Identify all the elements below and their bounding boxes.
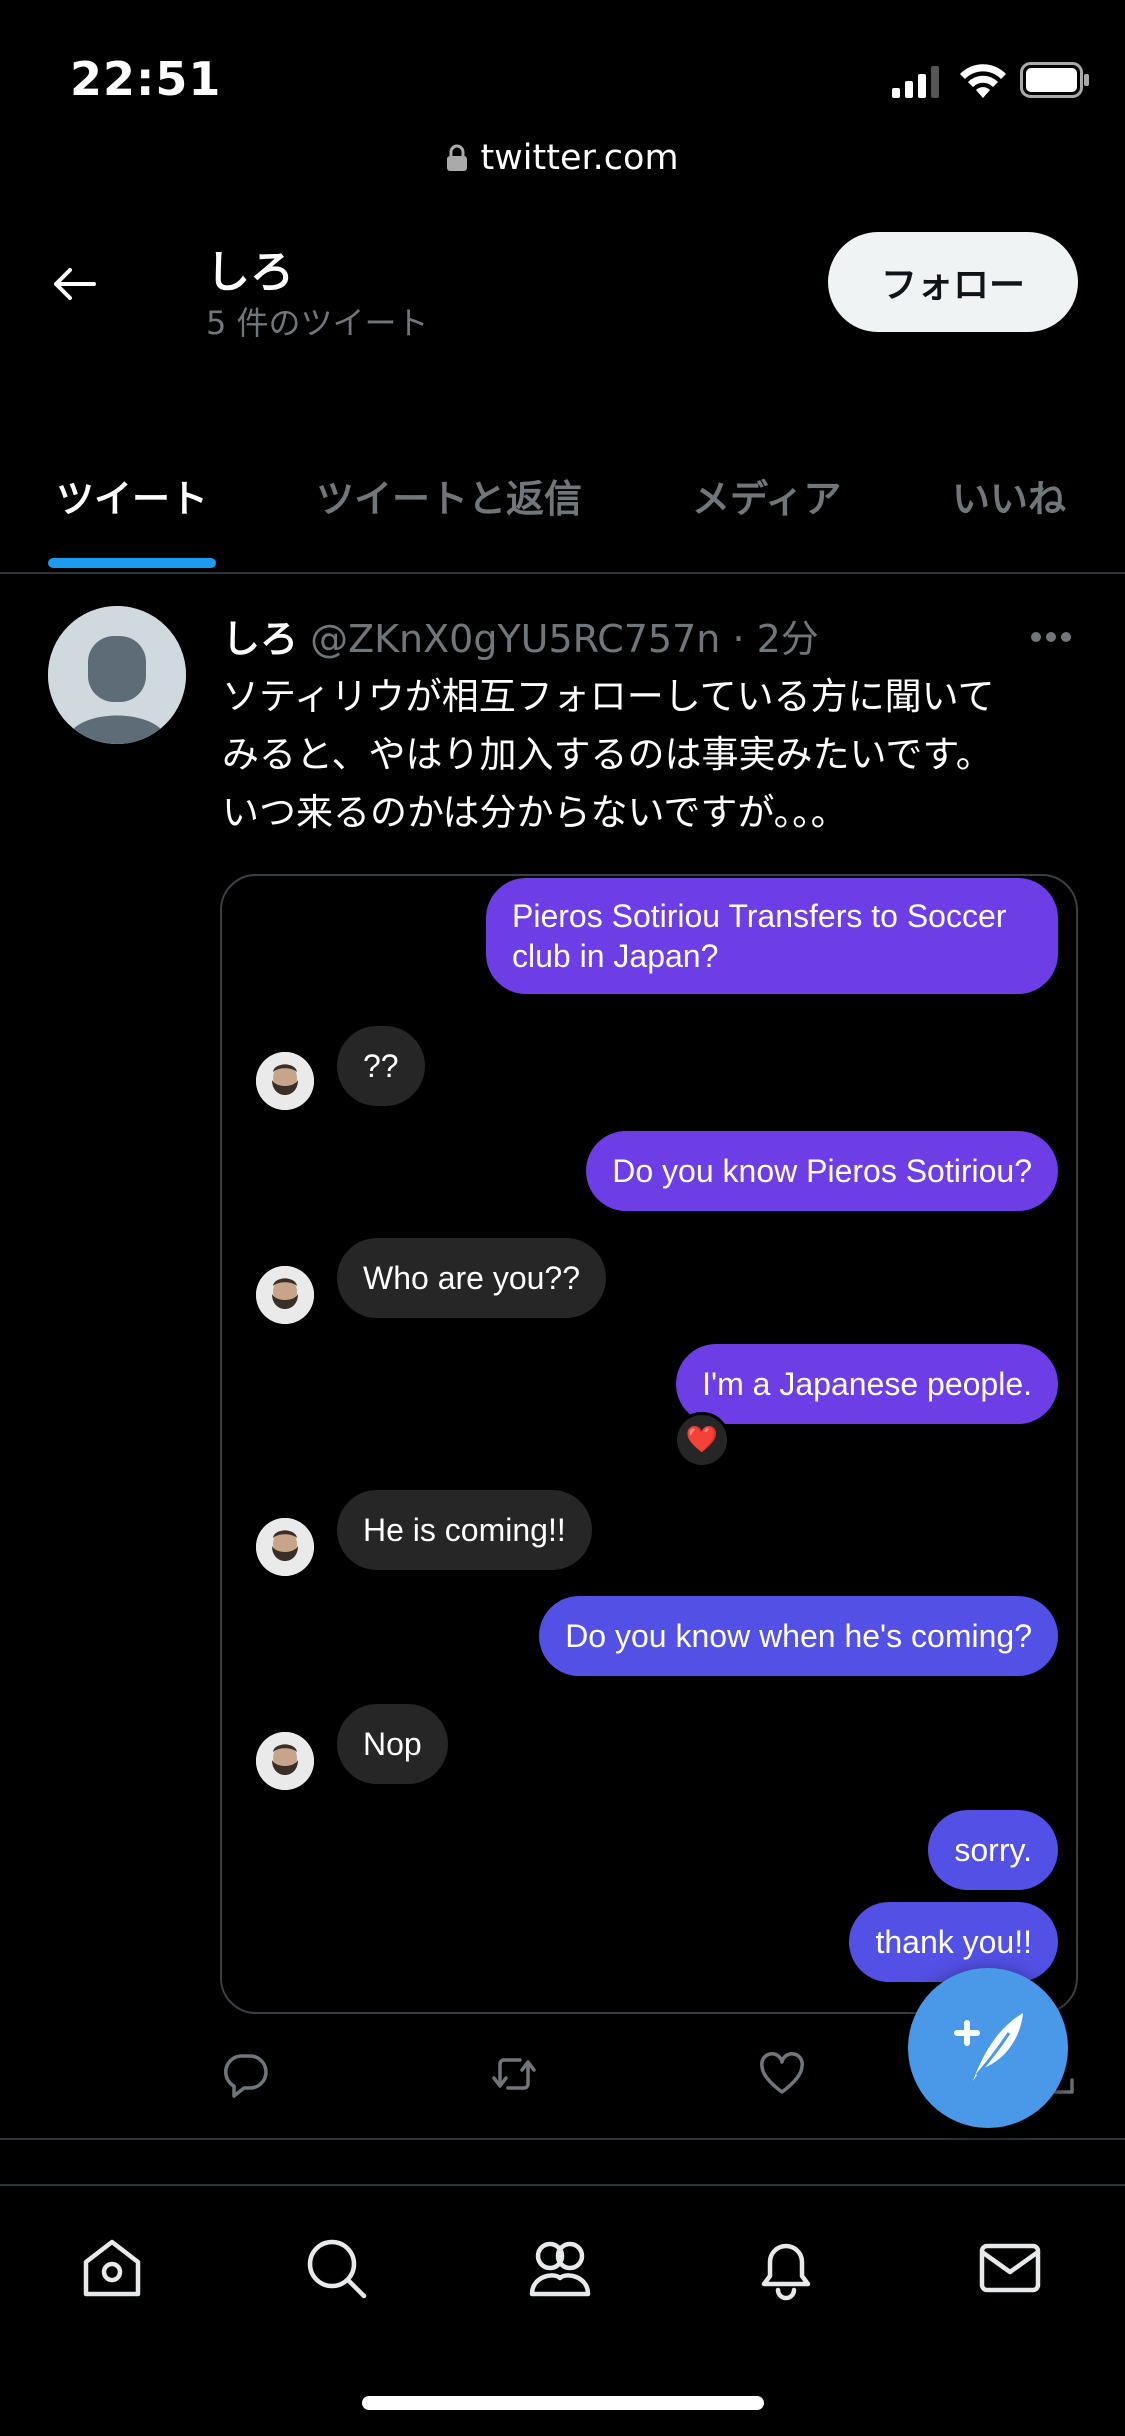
follow-button[interactable]: フォロー (828, 232, 1078, 332)
heart-reaction-icon: ❤️ (674, 1412, 730, 1468)
chat-bubble-line: club in Japan? (512, 938, 719, 974)
bearded-man-avatar-icon (256, 1518, 314, 1576)
chat-bubble-incoming: Nop (337, 1704, 448, 1784)
chat-bubble-outgoing: Do you know Pieros Sotiriou? (586, 1131, 1058, 1211)
retweet-icon[interactable] (490, 2050, 538, 2098)
reply-icon[interactable] (222, 2050, 270, 2098)
tweet-text-line: ソティリウが相互フォローしている方に聞いて (222, 675, 995, 718)
more-options-icon[interactable] (1030, 630, 1072, 644)
profile-header: しろ 5 件のツイート フォロー (0, 210, 1125, 360)
tweet[interactable]: しろ @ZKnX0gYU5RC757n · 2分 ソティリウが相互フォローしてい… (0, 572, 1125, 2140)
tweet-time[interactable]: 2分 (757, 617, 819, 661)
chat-bubble-incoming: ?? (337, 1026, 425, 1106)
status-time: 22:51 (70, 52, 222, 106)
home-indicator[interactable] (362, 2396, 764, 2410)
tweet-text: ソティリウが相互フォローしている方に聞いて みると、やはり加入するのは事実みたい… (222, 668, 1082, 842)
chat-bubble-incoming: He is coming!! (337, 1490, 592, 1570)
chat-bubble-outgoing: Pieros Sotiriou Transfers to Soccer club… (486, 878, 1058, 994)
like-icon[interactable] (758, 2050, 806, 2098)
home-icon[interactable] (78, 2234, 146, 2302)
tab-likes[interactable]: いいね (952, 468, 1066, 523)
tab-media[interactable]: メディア (692, 468, 841, 523)
tweet-count: 5 件のツイート (206, 304, 429, 342)
tweet-text-line: いつ来るのかは分からないですが。。。 (222, 791, 848, 834)
bearded-man-avatar-icon (256, 1732, 314, 1790)
avatar[interactable] (48, 606, 186, 744)
active-tab-indicator (48, 558, 216, 568)
cellular-signal-icon (892, 66, 939, 98)
url-text: twitter.com (480, 138, 679, 178)
lock-icon (447, 144, 468, 171)
chat-bubble-outgoing: thank you!! (849, 1902, 1058, 1982)
tab-tweets[interactable]: ツイート (56, 468, 208, 523)
tweet-author-name[interactable]: しろ (222, 617, 298, 661)
chat-avatar (256, 1266, 314, 1324)
screen: 22:51 twitter.com しろ 5 件のツイート フォロー ツイート … (0, 0, 1125, 2436)
notifications-bell-icon[interactable] (752, 2234, 820, 2302)
profile-name: しろ (206, 247, 294, 298)
tweet-author-handle[interactable]: @ZKnX0gYU5RC757n (310, 617, 720, 661)
status-bar: 22:51 twitter.com (0, 0, 1125, 178)
tab-tweets-and-replies[interactable]: ツイートと返信 (316, 468, 582, 523)
default-avatar-icon (48, 606, 186, 744)
tweet-text-line: みると、やはり加入するのは事実みたいです。 (222, 733, 993, 776)
chat-avatar (256, 1518, 314, 1576)
bearded-man-avatar-icon (256, 1266, 314, 1324)
chat-bubble-line: Pieros Sotiriou Transfers to Soccer (512, 898, 1007, 934)
chat-bubble-outgoing: I'm a Japanese people. (676, 1344, 1058, 1424)
communities-icon[interactable] (526, 2234, 594, 2302)
tweet-media-image[interactable]: Pieros Sotiriou Transfers to Soccer club… (220, 874, 1078, 2014)
battery-icon (1020, 62, 1089, 98)
profile-tabs: ツイート ツイートと返信 メディア いいね (0, 440, 1125, 574)
chat-bubble-outgoing: sorry. (928, 1810, 1058, 1890)
bearded-man-avatar-icon (256, 1052, 314, 1110)
url-bar[interactable]: twitter.com (0, 138, 1125, 182)
tweet-header: しろ @ZKnX0gYU5RC757n · 2分 (222, 608, 819, 663)
chat-bubble-outgoing: Do you know when he's coming? (539, 1596, 1058, 1676)
chat-avatar (256, 1732, 314, 1790)
compose-feather-icon (954, 2013, 1023, 2081)
chat-avatar (256, 1052, 314, 1110)
back-arrow-icon[interactable] (50, 260, 98, 308)
messages-envelope-icon[interactable] (976, 2234, 1044, 2302)
wifi-icon (960, 64, 1006, 98)
bottom-nav (0, 2184, 1125, 2436)
chat-bubble-incoming: Who are you?? (337, 1238, 607, 1318)
compose-tweet-button[interactable] (908, 1968, 1068, 2128)
search-icon[interactable] (302, 2234, 370, 2302)
tweet-separator: · (732, 617, 745, 661)
reaction-emoji: ❤️ (685, 1425, 719, 1455)
